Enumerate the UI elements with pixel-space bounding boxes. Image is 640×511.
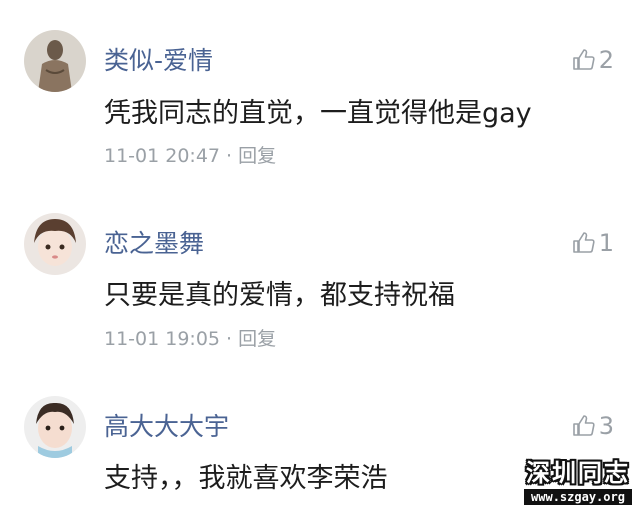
watermark-title: 深圳同志 (526, 459, 630, 487)
comment-meta: 11-01 19:05 · 回复 (104, 327, 276, 351)
username[interactable]: 高大大大宇 (104, 412, 229, 442)
user-avatar[interactable] (24, 396, 86, 458)
comment-text: 只要是真的爱情，都支持祝福 (104, 280, 455, 311)
separator: · (226, 145, 233, 167)
user-avatar[interactable] (24, 213, 86, 275)
like-count: 3 (598, 412, 614, 440)
avatar-photo-icon (24, 30, 86, 92)
reply-button[interactable]: 回复 (238, 328, 276, 350)
like-count: 1 (598, 229, 614, 257)
like-button[interactable]: 1 (572, 228, 614, 258)
like-button[interactable]: 3 (572, 411, 614, 441)
comment-text: 凭我同志的直觉，一直觉得他是gay (104, 98, 532, 129)
user-avatar[interactable] (24, 30, 86, 92)
watermark-url: www.szgay.org (524, 489, 632, 505)
comment-text: 支持，，我就喜欢李荣浩 (104, 463, 388, 494)
comment-time: 11-01 19:05 (104, 328, 221, 350)
reply-button[interactable]: 回复 (238, 145, 276, 167)
avatar-photo-icon (24, 213, 86, 275)
thumbs-up-icon (572, 415, 595, 436)
like-button[interactable]: 2 (572, 45, 614, 75)
like-count: 2 (598, 46, 614, 74)
thumbs-up-icon (572, 232, 595, 253)
username[interactable]: 类似-爱情 (104, 46, 213, 76)
comment-meta: 11-01 20:47 · 回复 (104, 144, 276, 168)
separator: · (226, 328, 233, 350)
comment-time: 11-01 20:47 (104, 145, 221, 167)
thumbs-up-icon (572, 49, 595, 70)
username[interactable]: 恋之墨舞 (104, 229, 204, 259)
avatar-photo-icon (24, 396, 86, 458)
site-watermark: 深圳同志 www.szgay.org (524, 459, 632, 505)
